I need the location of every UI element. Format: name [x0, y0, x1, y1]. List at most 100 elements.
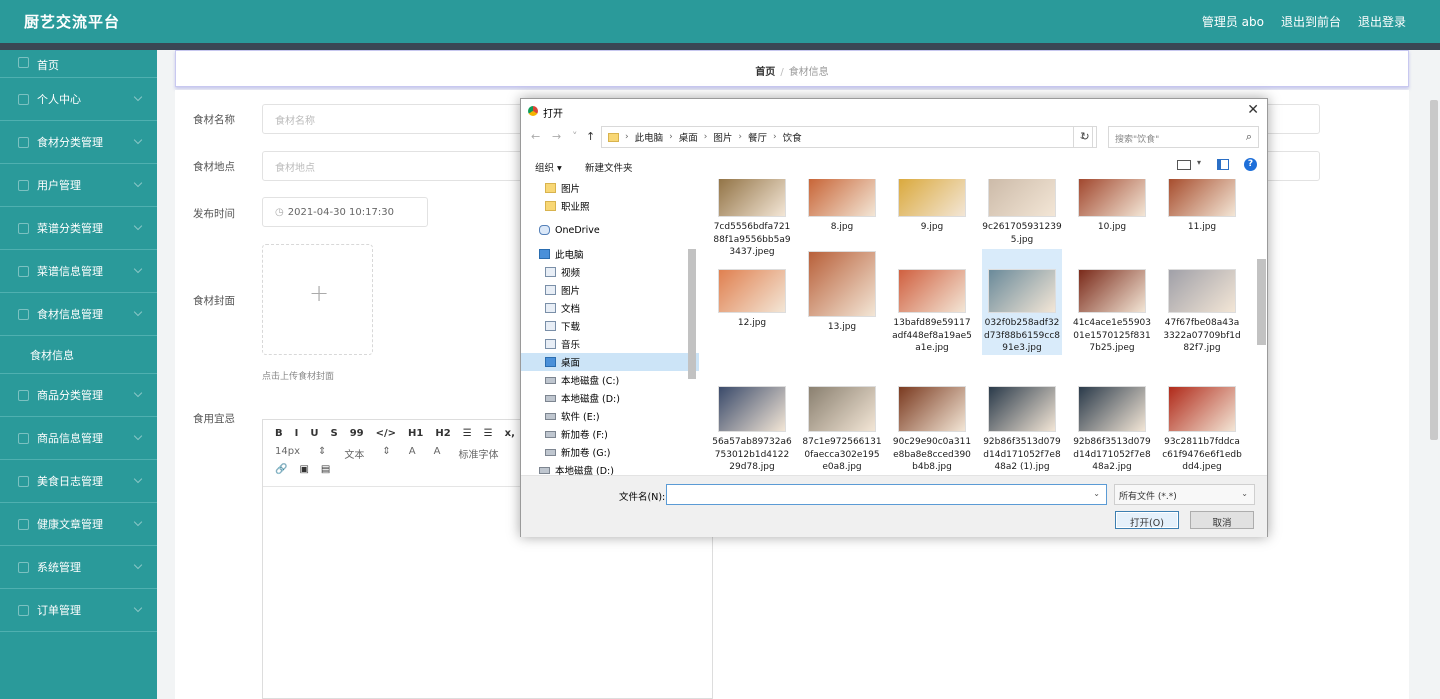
path-arrow-icon[interactable]: ›: [738, 132, 742, 142]
up-arrow-icon[interactable]: ↑: [586, 130, 595, 143]
file-tile[interactable]: 8.jpg: [802, 179, 882, 234]
sidebar-item[interactable]: 用户管理: [0, 164, 157, 207]
refresh-icon[interactable]: ↻: [1073, 126, 1097, 148]
path-arrow-icon[interactable]: ›: [669, 132, 673, 142]
file-tile[interactable]: 47f67fbe08a43a3322a07709bf1d82f7.jpg: [1162, 249, 1242, 355]
file-tile[interactable]: 90c29e90c0a311e8ba8e8cced390b4b8.jpg: [892, 384, 972, 474]
file-tile[interactable]: 032f0b258adf32d73f88b6159cc891e3.jpg: [982, 249, 1062, 355]
tree-item[interactable]: 职业照: [521, 197, 699, 215]
tree-item[interactable]: 本地磁盘 (D:): [521, 389, 699, 407]
editor-tool[interactable]: 文本: [344, 446, 364, 461]
editor-tool[interactable]: ☰: [463, 428, 472, 439]
path-crumb[interactable]: 饮食: [783, 130, 802, 144]
editor-tool[interactable]: A: [409, 446, 416, 461]
recent-chevron-icon[interactable]: ˅: [572, 130, 578, 143]
time-picker[interactable]: ◷ 2021-04-30 10:17:30: [262, 197, 428, 227]
file-tile[interactable]: 13.jpg: [802, 249, 882, 334]
to-front-link[interactable]: 退出到前台: [1281, 13, 1341, 30]
tree-item[interactable]: 本地磁盘 (C:): [521, 371, 699, 389]
editor-tool[interactable]: ⇕: [318, 446, 326, 461]
path-arrow-icon[interactable]: ›: [704, 132, 708, 142]
editor-tool[interactable]: 🔗: [275, 464, 287, 475]
file-tile[interactable]: 93c2811b7fddcac61f9476e6f1edbdd4.jpeg: [1162, 384, 1242, 474]
sidebar-item[interactable]: 健康文章管理: [0, 503, 157, 546]
tree-item[interactable]: 软件 (E:): [521, 407, 699, 425]
editor-tool[interactable]: ▣: [299, 464, 308, 475]
file-tile[interactable]: 41c4ace1e5590301e1570125f8317b25.jpeg: [1072, 249, 1152, 355]
tree-item[interactable]: 本地磁盘 (D:): [521, 461, 699, 475]
file-tile[interactable]: 10.jpg: [1072, 179, 1152, 234]
view-dropdown-icon[interactable]: ▾: [1197, 158, 1201, 167]
editor-tool[interactable]: U: [310, 428, 318, 439]
file-tile[interactable]: 13bafd89e59117adf448ef8a19ae5a1e.jpg: [892, 249, 972, 355]
grid-scroll-thumb[interactable]: [1257, 259, 1266, 345]
filename-input[interactable]: ⌄: [666, 484, 1107, 505]
path-crumb[interactable]: 图片: [713, 130, 732, 144]
sidebar-item[interactable]: 食材分类管理: [0, 121, 157, 164]
file-tile[interactable]: 12.jpg: [712, 249, 792, 330]
cover-upload[interactable]: +: [262, 244, 373, 355]
file-tile[interactable]: 92b86f3513d079d14d171052f7e848a2.jpg: [1072, 384, 1152, 474]
tree-item[interactable]: 图片: [521, 281, 699, 299]
editor-tool[interactable]: H2: [435, 428, 450, 439]
tree-item[interactable]: 新加卷 (F:): [521, 425, 699, 443]
path-arrow-icon[interactable]: ›: [773, 132, 777, 142]
path-arrow-icon[interactable]: ›: [625, 132, 629, 142]
editor-tool[interactable]: 99: [350, 428, 364, 439]
editor-tool[interactable]: 14px: [275, 446, 300, 461]
sidebar-item[interactable]: 菜谱信息管理: [0, 250, 157, 293]
editor-tool[interactable]: </>: [376, 428, 396, 439]
open-button[interactable]: 打开(O): [1115, 511, 1179, 529]
help-icon[interactable]: ?: [1244, 158, 1257, 171]
tree-scroll-thumb[interactable]: [688, 249, 696, 379]
filename-dropdown-icon[interactable]: ⌄: [1093, 489, 1100, 498]
sidebar-item[interactable]: 商品信息管理: [0, 417, 157, 460]
editor-tool[interactable]: S: [330, 428, 337, 439]
file-tile[interactable]: 9.jpg: [892, 179, 972, 234]
search-input[interactable]: 搜索"饮食" ⌕: [1108, 126, 1259, 148]
tree-item[interactable]: 视频: [521, 263, 699, 281]
editor-tool[interactable]: x,: [505, 428, 515, 439]
sidebar-item[interactable]: 美食日志管理: [0, 460, 157, 503]
sidebar-item[interactable]: 菜谱分类管理: [0, 207, 157, 250]
editor-tool[interactable]: ▤: [321, 464, 330, 475]
sidebar-item[interactable]: 首页: [0, 50, 157, 78]
editor-tool[interactable]: A: [434, 446, 441, 461]
logout-link[interactable]: 退出登录: [1358, 13, 1406, 30]
file-tile[interactable]: 11.jpg: [1162, 179, 1242, 234]
grid-scrollbar[interactable]: [1257, 179, 1266, 475]
preview-pane-icon[interactable]: [1217, 159, 1229, 170]
sidebar-item[interactable]: 订单管理: [0, 589, 157, 632]
filetype-select[interactable]: 所有文件 (*.*) ⌄: [1114, 484, 1255, 505]
sidebar-item[interactable]: 食材信息管理: [0, 293, 157, 336]
tree-item[interactable]: 文档: [521, 299, 699, 317]
close-icon[interactable]: ✕: [1247, 102, 1259, 118]
tree-item[interactable]: 此电脑: [521, 245, 699, 263]
organize-menu[interactable]: 组织 ▾: [535, 160, 562, 174]
path-crumb[interactable]: 餐厅: [748, 130, 767, 144]
tree-item[interactable]: 新加卷 (G:): [521, 443, 699, 461]
file-tile[interactable]: 56a57ab89732a6753012b1d412229d78.jpg: [712, 384, 792, 474]
editor-tool[interactable]: I: [295, 428, 299, 439]
tree-item[interactable]: 图片: [521, 179, 699, 197]
sidebar-item[interactable]: 个人中心: [0, 78, 157, 121]
back-arrow-icon[interactable]: ←: [531, 130, 540, 143]
tree-item[interactable]: 音乐: [521, 335, 699, 353]
address-bar[interactable]: › 此电脑 › 桌面 › 图片 › 餐厅 › 饮食 ⌄: [601, 126, 1093, 148]
file-tile[interactable]: 87c1e9725661310faecca302e195e0a8.jpg: [802, 384, 882, 474]
page-scrollbar[interactable]: [1430, 100, 1438, 440]
tree-item[interactable]: 桌面: [521, 353, 699, 371]
file-tile[interactable]: 9c2617059312395.jpg: [982, 179, 1062, 246]
sidebar-item[interactable]: 食材信息: [0, 336, 157, 374]
tree-item[interactable]: 下载: [521, 317, 699, 335]
editor-tool[interactable]: H1: [408, 428, 423, 439]
cancel-button[interactable]: 取消: [1190, 511, 1254, 529]
breadcrumb-home[interactable]: 首页: [755, 67, 775, 78]
tree-scrollbar[interactable]: [688, 181, 696, 471]
sidebar-item[interactable]: 系统管理: [0, 546, 157, 589]
view-mode-icon[interactable]: [1177, 160, 1191, 170]
tree-item[interactable]: OneDrive: [521, 221, 699, 239]
editor-tool[interactable]: B: [275, 428, 283, 439]
new-folder-button[interactable]: 新建文件夹: [585, 160, 633, 174]
forward-arrow-icon[interactable]: →: [552, 130, 561, 143]
